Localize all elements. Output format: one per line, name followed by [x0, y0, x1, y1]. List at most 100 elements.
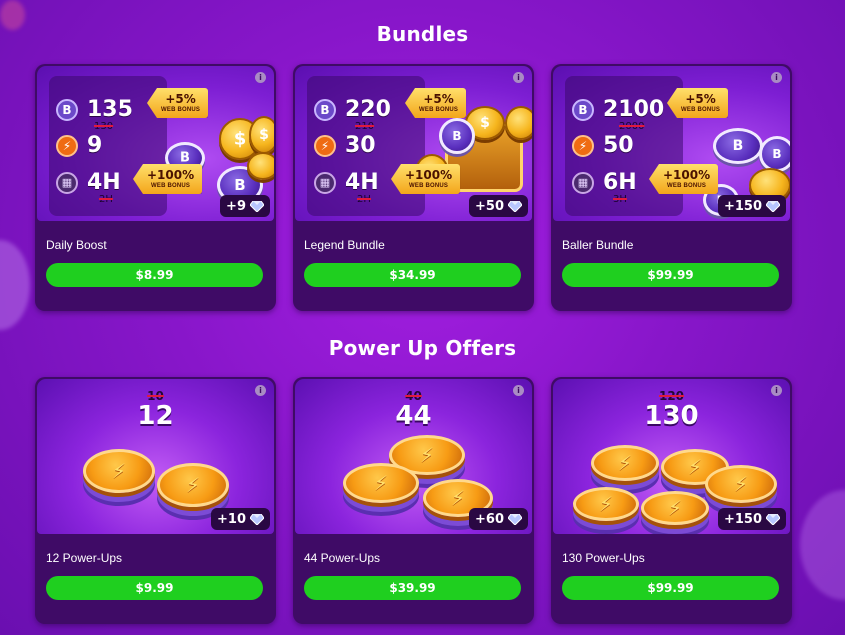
power-value: 50	[603, 133, 634, 158]
time-old-value: 2H	[99, 194, 113, 205]
coin-bonus-tag: +5% WEB BONUS	[405, 88, 467, 118]
info-icon[interactable]: i	[255, 385, 266, 396]
background-orb	[0, 240, 30, 330]
power-stat: ⚡ 9	[56, 133, 102, 158]
background-orb	[800, 490, 845, 600]
b-coin-icon: B	[572, 98, 594, 121]
bundle-card-daily-boost[interactable]: i $ $ B B B 135 130 ⚡ 9 ▦ 4H 2H +5% WEB B…	[35, 64, 276, 311]
time-bonus-tag: +100% WEB BONUS	[133, 164, 203, 194]
diamond-icon	[250, 513, 264, 525]
coins-stat: B 220	[314, 97, 391, 122]
lightning-coin-icon: ⚡	[157, 463, 229, 507]
gem-reward-badge: +50	[469, 195, 528, 217]
coins-old-value: 2000	[619, 121, 645, 132]
lightning-icon: ⚡	[572, 134, 594, 157]
lightning-coin-icon: ⚡	[573, 487, 639, 521]
powerup-art: i 10 12 ⚡ ⚡ +10	[37, 379, 274, 534]
diamond-icon	[250, 200, 264, 212]
coins-value: 135	[87, 97, 133, 122]
info-icon[interactable]: i	[771, 385, 782, 396]
gem-reward-badge: +150	[717, 195, 786, 217]
coins-old-value: 210	[355, 121, 375, 132]
buy-button[interactable]: $8.99	[46, 263, 263, 287]
buy-button[interactable]: $34.99	[304, 263, 521, 287]
lightning-coin-icon: ⚡	[83, 449, 155, 493]
lightning-coin-icon: ⚡	[343, 463, 419, 503]
bundle-name: Daily Boost	[46, 238, 107, 252]
lightning-coin-icon: ⚡	[591, 445, 659, 481]
power-stat: ⚡ 30	[314, 133, 376, 158]
coin-bonus-tag: +5% WEB BONUS	[147, 88, 209, 118]
lightning-icon: ⚡	[56, 134, 78, 157]
time-stat: ▦ 4H	[314, 170, 379, 195]
powerup-art: i 120 130 ⚡ ⚡ ⚡ ⚡ ⚡ +150	[553, 379, 790, 534]
time-stat: ▦ 4H	[56, 170, 121, 195]
coins-value: 220	[345, 97, 391, 122]
gold-coin-icon: $	[249, 116, 274, 154]
info-icon[interactable]: i	[513, 72, 524, 83]
bundle-name: Baller Bundle	[562, 238, 634, 252]
powerup-name: 44 Power-Ups	[304, 551, 381, 565]
powerup-card-12[interactable]: i 10 12 ⚡ ⚡ +10 12 Power-Ups $9.99	[35, 377, 276, 624]
b-coin-icon: B	[56, 98, 78, 121]
coins-stat: B 2100	[572, 97, 664, 122]
bundle-art: i B B B B 2100 2000 ⚡ 50 ▦ 6H 3H +5%WEB …	[553, 66, 790, 221]
gold-coin-icon	[505, 106, 532, 140]
b-coin-icon: B	[759, 136, 790, 172]
coins-value: 2100	[603, 97, 665, 122]
bundle-art: i $ B B 220 210 ⚡ 30 ▦ 4H 2H +5% WEB BONU…	[295, 66, 532, 221]
grid-icon: ▦	[314, 171, 336, 194]
time-bonus-tag: +100% WEB BONUS	[391, 164, 461, 194]
powerup-count: 12	[137, 401, 174, 431]
time-bonus-tag: +100% WEB BONUS	[649, 164, 719, 194]
powerup-count: 130	[644, 401, 699, 431]
b-coin-icon: B	[713, 128, 763, 164]
time-value: 4H	[345, 170, 379, 195]
bundle-art: i $ $ B B B 135 130 ⚡ 9 ▦ 4H 2H +5% WEB B…	[37, 66, 274, 221]
grid-icon: ▦	[56, 171, 78, 194]
time-value: 6H	[603, 170, 637, 195]
gem-reward-badge: +10	[211, 508, 270, 530]
power-stat: ⚡ 50	[572, 133, 634, 158]
coins-old-value: 130	[94, 121, 114, 132]
time-old-value: 3H	[613, 194, 627, 205]
powerup-card-44[interactable]: i 40 44 ⚡ ⚡ ⚡ +60 44 Power-Ups $39.99	[293, 377, 534, 624]
lightning-coin-icon: ⚡	[641, 491, 709, 525]
time-stat: ▦ 6H	[572, 170, 637, 195]
coin-bonus-tag: +5% WEB BONUS	[667, 88, 729, 118]
diamond-icon	[508, 513, 522, 525]
buy-button[interactable]: $99.99	[562, 263, 779, 287]
diamond-icon	[508, 200, 522, 212]
diamond-icon	[766, 200, 780, 212]
lightning-icon: ⚡	[314, 134, 336, 157]
info-icon[interactable]: i	[771, 72, 782, 83]
bundle-card-baller-bundle[interactable]: i B B B B 2100 2000 ⚡ 50 ▦ 6H 3H +5%WEB …	[551, 64, 792, 311]
powerup-name: 130 Power-Ups	[562, 551, 645, 565]
section-title-bundles: Bundles	[376, 22, 469, 46]
time-value: 4H	[87, 170, 121, 195]
gold-coin-icon	[247, 152, 274, 180]
gem-reward-badge: +9	[220, 195, 270, 217]
powerup-card-130[interactable]: i 120 130 ⚡ ⚡ ⚡ ⚡ ⚡ +150 130 Power-Ups $…	[551, 377, 792, 624]
section-title-power-ups: Power Up Offers	[328, 336, 517, 360]
powerup-art: i 40 44 ⚡ ⚡ ⚡ +60	[295, 379, 532, 534]
powerup-count: 44	[395, 401, 432, 431]
bundle-card-legend-bundle[interactable]: i $ B B 220 210 ⚡ 30 ▦ 4H 2H +5% WEB BONU…	[293, 64, 534, 311]
powerup-name: 12 Power-Ups	[46, 551, 123, 565]
info-icon[interactable]: i	[513, 385, 524, 396]
b-coin-icon: B	[439, 118, 475, 154]
lightning-coin-icon: ⚡	[705, 465, 777, 503]
buy-button[interactable]: $9.99	[46, 576, 263, 600]
gem-reward-badge: +60	[469, 508, 528, 530]
grid-icon: ▦	[572, 171, 594, 194]
buy-button[interactable]: $99.99	[562, 576, 779, 600]
bundle-name: Legend Bundle	[304, 238, 385, 252]
power-value: 9	[87, 133, 103, 158]
time-old-value: 2H	[357, 194, 371, 205]
gem-reward-badge: +150	[717, 508, 786, 530]
info-icon[interactable]: i	[255, 72, 266, 83]
b-coin-icon: B	[314, 98, 336, 121]
coins-stat: B 135	[56, 97, 133, 122]
buy-button[interactable]: $39.99	[304, 576, 521, 600]
power-value: 30	[345, 133, 376, 158]
